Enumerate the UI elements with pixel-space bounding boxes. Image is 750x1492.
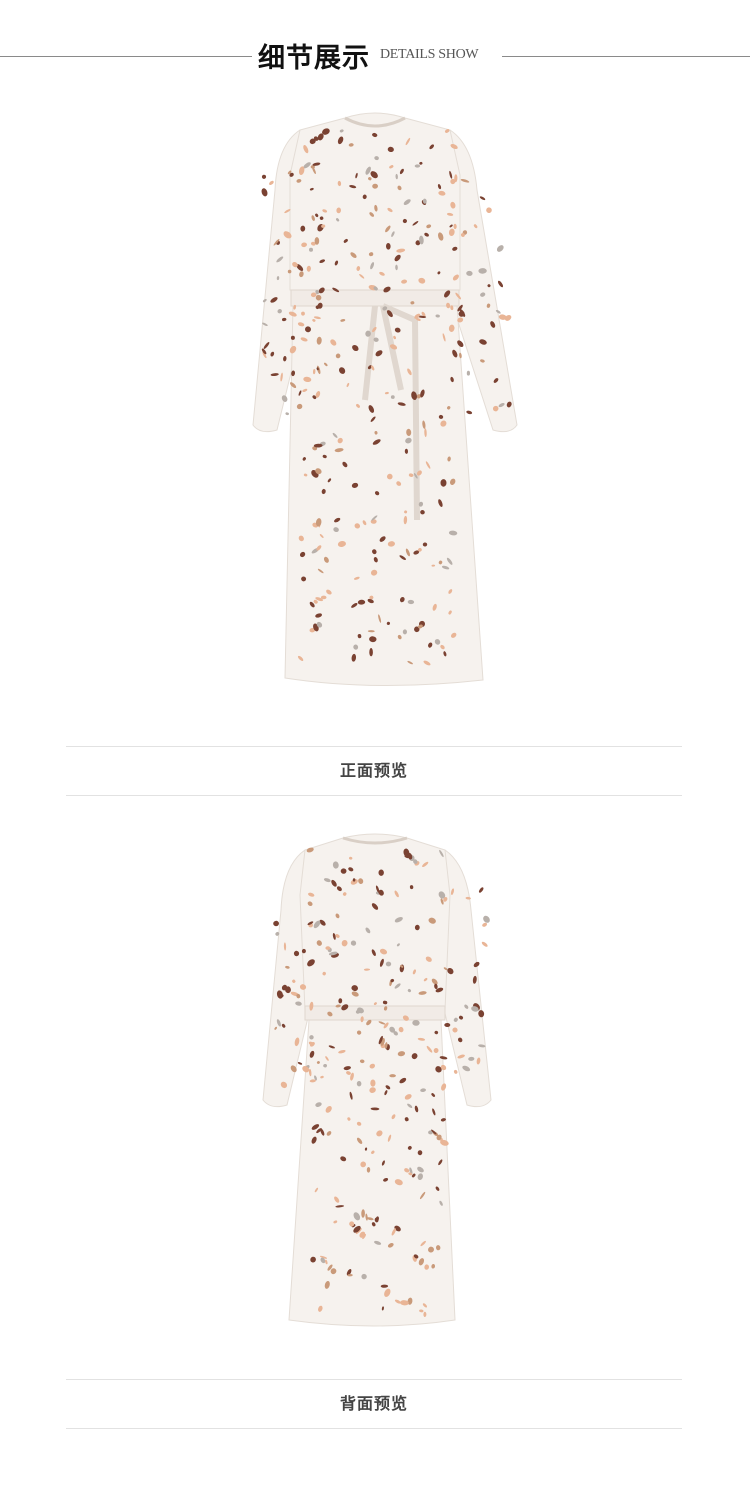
front-caption-band: 正面预览 [66, 746, 682, 796]
print-speck [370, 1079, 376, 1087]
print-speck [261, 188, 268, 197]
print-speck [369, 648, 373, 657]
print-speck [453, 1069, 458, 1074]
print-speck [389, 1074, 396, 1078]
print-speck [496, 245, 504, 252]
header-divider-right [502, 56, 750, 57]
print-speck [297, 1062, 303, 1065]
print-speck [483, 915, 490, 923]
section-title: 细节展示 [258, 43, 370, 74]
print-speck [314, 237, 320, 245]
back-view-photo [205, 820, 545, 1340]
print-speck [414, 164, 421, 168]
print-speck [261, 174, 267, 179]
print-speck [273, 920, 279, 927]
print-speck [486, 207, 492, 214]
print-speck [497, 280, 504, 288]
header-divider-left [0, 56, 252, 57]
section-subtitle: DETAILS SHOW [380, 47, 479, 62]
back-caption-band: 背面预览 [66, 1379, 682, 1429]
front-view-photo [205, 100, 545, 700]
section-header: 细节展示 DETAILS SHOW [0, 32, 750, 76]
back-dress-illustration [262, 833, 492, 1327]
print-speck [285, 412, 289, 416]
front-view-caption: 正面预览 [339, 761, 408, 780]
back-view-caption: 背面预览 [339, 1394, 408, 1413]
print-speck [482, 922, 488, 927]
front-dress-illustration [252, 112, 518, 687]
print-speck [466, 410, 473, 415]
print-speck [481, 941, 488, 947]
print-speck [269, 180, 274, 186]
print-speck [466, 370, 470, 376]
print-speck [478, 887, 484, 893]
back-belt [304, 1005, 446, 1021]
print-speck [479, 196, 486, 201]
